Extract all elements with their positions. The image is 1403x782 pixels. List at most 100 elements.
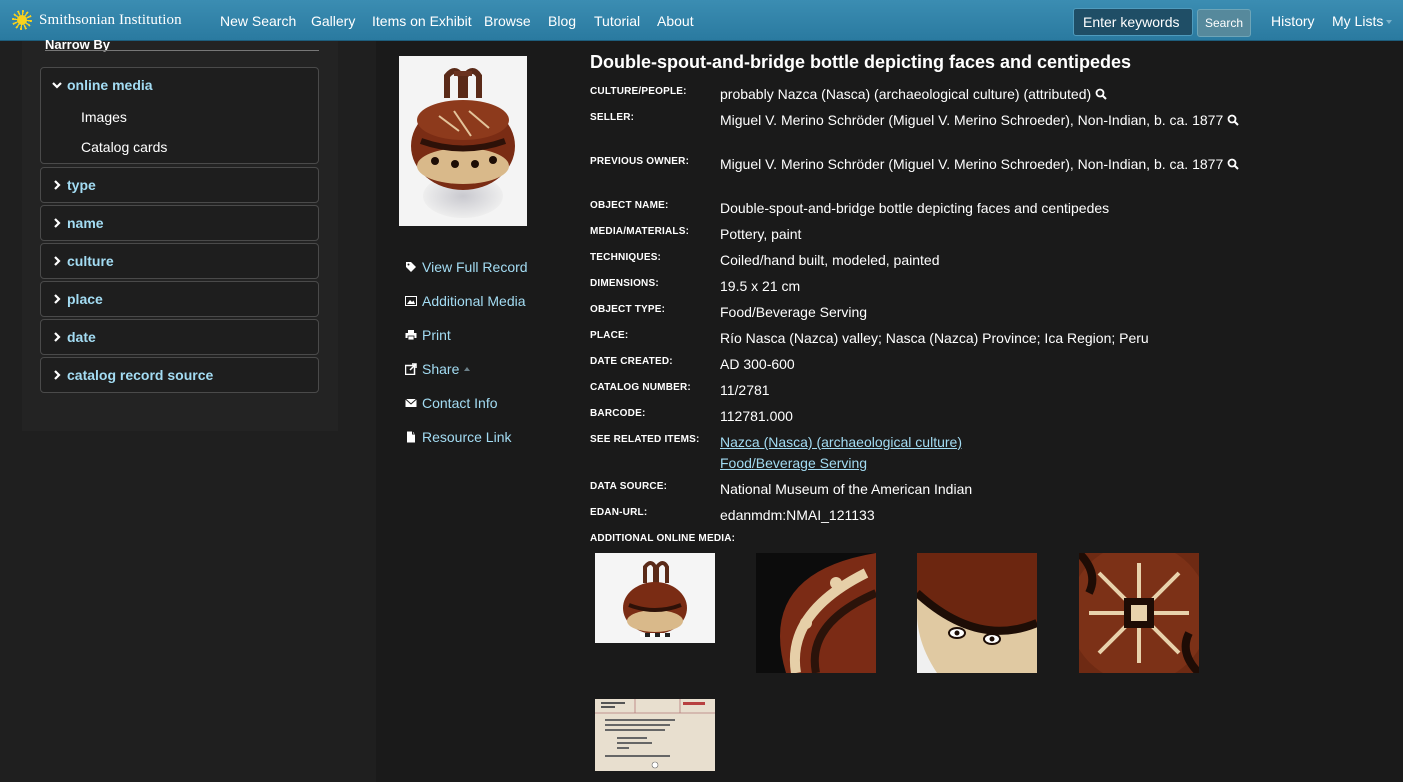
chevron-right-icon bbox=[54, 332, 61, 342]
share-label: Share bbox=[422, 361, 460, 377]
media-thumbnail[interactable] bbox=[595, 553, 715, 643]
facet-place[interactable]: place bbox=[40, 281, 319, 317]
search-button[interactable]: Search bbox=[1197, 9, 1251, 37]
record-title: Double-spout-and-bridge bottle depicting… bbox=[590, 52, 1132, 72]
my-lists-label: My Lists bbox=[1332, 13, 1384, 29]
print-icon bbox=[405, 330, 417, 341]
media-thumbnail-catalog-card[interactable] bbox=[595, 699, 715, 771]
facet-culture-header: culture bbox=[41, 244, 318, 278]
facet-option-catalog-cards[interactable]: Catalog cards bbox=[41, 132, 318, 162]
contact-info-link[interactable]: Contact Info bbox=[405, 386, 528, 420]
nav-history[interactable]: History bbox=[1271, 13, 1315, 29]
nav-new-search[interactable]: New Search bbox=[220, 13, 296, 29]
additional-media-link[interactable]: Additional Media bbox=[405, 284, 528, 318]
field-label: TECHNIQUES: bbox=[590, 252, 662, 263]
media-thumbnail[interactable] bbox=[1079, 553, 1199, 673]
facet-type-label: type bbox=[67, 177, 96, 193]
facet-catalog-record-source-label: catalog record source bbox=[67, 367, 214, 383]
field-value-date-created: AD 300-600 bbox=[720, 356, 795, 372]
smithsonian-logo[interactable]: Smithsonian Institution bbox=[12, 10, 182, 30]
share-icon bbox=[405, 363, 417, 375]
field-label: CULTURE/PEOPLE: bbox=[590, 86, 687, 97]
field-label: MEDIA/MATERIALS: bbox=[590, 226, 690, 237]
field-value-object-type: Food/Beverage Serving bbox=[720, 304, 868, 320]
field-value-previous-owner: Miguel V. Merino Schröder (Miguel V. Mer… bbox=[720, 156, 1239, 172]
tag-icon bbox=[406, 262, 416, 272]
facet-online-media-header[interactable]: online media bbox=[41, 68, 318, 102]
nav-blog[interactable]: Blog bbox=[548, 13, 576, 29]
field-label: BARCODE: bbox=[590, 408, 646, 419]
sun-logo-icon bbox=[12, 10, 32, 30]
search-icon[interactable] bbox=[1227, 158, 1239, 170]
chevron-right-icon bbox=[54, 256, 61, 266]
search-input[interactable] bbox=[1073, 8, 1193, 36]
facet-type[interactable]: type bbox=[40, 167, 319, 203]
facet-catalog-record-source[interactable]: catalog record source bbox=[40, 357, 319, 393]
catalog-card-thumbnail bbox=[595, 699, 715, 771]
field-label: OBJECT NAME: bbox=[590, 200, 669, 211]
facet-option-images[interactable]: Images bbox=[41, 102, 318, 132]
nazca-bottle-image bbox=[399, 56, 527, 226]
additional-media-label: Additional Media bbox=[422, 293, 526, 309]
search-icon[interactable] bbox=[1227, 114, 1239, 126]
resource-link[interactable]: Resource Link bbox=[405, 420, 528, 454]
media-thumbnail[interactable] bbox=[917, 553, 1037, 673]
nav-my-lists[interactable]: My Lists bbox=[1332, 13, 1393, 29]
facet-online-media-label: online media bbox=[67, 77, 153, 93]
related-link-object-type[interactable]: Food/Beverage Serving bbox=[720, 455, 867, 471]
caret-down-icon bbox=[1386, 20, 1393, 25]
top-navigation-bar: Smithsonian Institution New Search Galle… bbox=[0, 0, 1403, 41]
field-label: DATA SOURCE: bbox=[590, 481, 668, 492]
field-value-data-source: National Museum of the American Indian bbox=[720, 481, 973, 497]
record-actions: View Full Record Additional Media Print … bbox=[405, 250, 528, 454]
nav-items-on-exhibit[interactable]: Items on Exhibit bbox=[372, 13, 472, 29]
caret-up-icon bbox=[464, 367, 471, 371]
facet-type-header: type bbox=[41, 168, 318, 202]
field-value-catalog-number: 11/2781 bbox=[720, 382, 770, 398]
nav-tutorial[interactable]: Tutorial bbox=[594, 13, 640, 29]
related-link-culture[interactable]: Nazca (Nasca) (archaeological culture) bbox=[720, 434, 962, 450]
nav-browse[interactable]: Browse bbox=[484, 13, 531, 29]
field-label: DATE CREATED: bbox=[590, 356, 673, 367]
related-link-culture-text: Nazca (Nasca) (archaeological culture) bbox=[720, 434, 962, 450]
search-icon[interactable] bbox=[1095, 88, 1107, 100]
facet-place-header: place bbox=[41, 282, 318, 316]
print-link[interactable]: Print bbox=[405, 318, 528, 352]
nav-about[interactable]: About bbox=[657, 13, 694, 29]
facet-name-header: name bbox=[41, 206, 318, 240]
view-full-record-link[interactable]: View Full Record bbox=[405, 250, 528, 284]
share-link[interactable]: Share bbox=[405, 352, 528, 386]
facet-place-label: place bbox=[67, 291, 103, 307]
field-value-seller: Miguel V. Merino Schröder (Miguel V. Mer… bbox=[720, 112, 1239, 128]
field-value-place: Río Nasca (Nazca) valley; Nasca (Nazca) … bbox=[720, 330, 1149, 346]
facet-online-media: online media Images Catalog cards bbox=[40, 67, 319, 164]
chevron-right-icon bbox=[54, 370, 61, 380]
object-main-image[interactable] bbox=[399, 56, 527, 226]
facet-date[interactable]: date bbox=[40, 319, 319, 355]
field-value-barcode: 112781.000 bbox=[720, 408, 793, 424]
facet-date-label: date bbox=[67, 329, 96, 345]
field-value-techniques: Coiled/hand built, modeled, painted bbox=[720, 252, 940, 268]
field-value-edan-url: edanmdm:NMAI_121133 bbox=[720, 507, 875, 523]
media-thumbnail[interactable] bbox=[756, 553, 876, 673]
field-label: SELLER: bbox=[590, 112, 635, 123]
chevron-down-icon bbox=[52, 82, 62, 89]
culture-value: probably Nazca (Nasca) (archaeological c… bbox=[720, 86, 1092, 102]
nav-gallery[interactable]: Gallery bbox=[311, 13, 355, 29]
facet-date-header: date bbox=[41, 320, 318, 354]
field-label: OBJECT TYPE: bbox=[590, 304, 666, 315]
logo-text: Smithsonian Institution bbox=[39, 11, 182, 28]
view-full-record-label: View Full Record bbox=[422, 259, 528, 275]
bottle-detail-thumbnail bbox=[756, 553, 876, 673]
facet-culture[interactable]: culture bbox=[40, 243, 319, 279]
bottle-face-thumbnail bbox=[917, 553, 1037, 673]
record-content-area bbox=[376, 41, 1403, 782]
image-icon bbox=[405, 296, 417, 306]
bottle-photo-thumbnail bbox=[595, 553, 715, 643]
chevron-right-icon bbox=[54, 218, 61, 228]
print-label: Print bbox=[422, 327, 451, 343]
resource-link-label: Resource Link bbox=[422, 429, 512, 445]
divider bbox=[45, 50, 319, 51]
facet-name[interactable]: name bbox=[40, 205, 319, 241]
facet-catalog-record-source-header: catalog record source bbox=[41, 358, 318, 392]
